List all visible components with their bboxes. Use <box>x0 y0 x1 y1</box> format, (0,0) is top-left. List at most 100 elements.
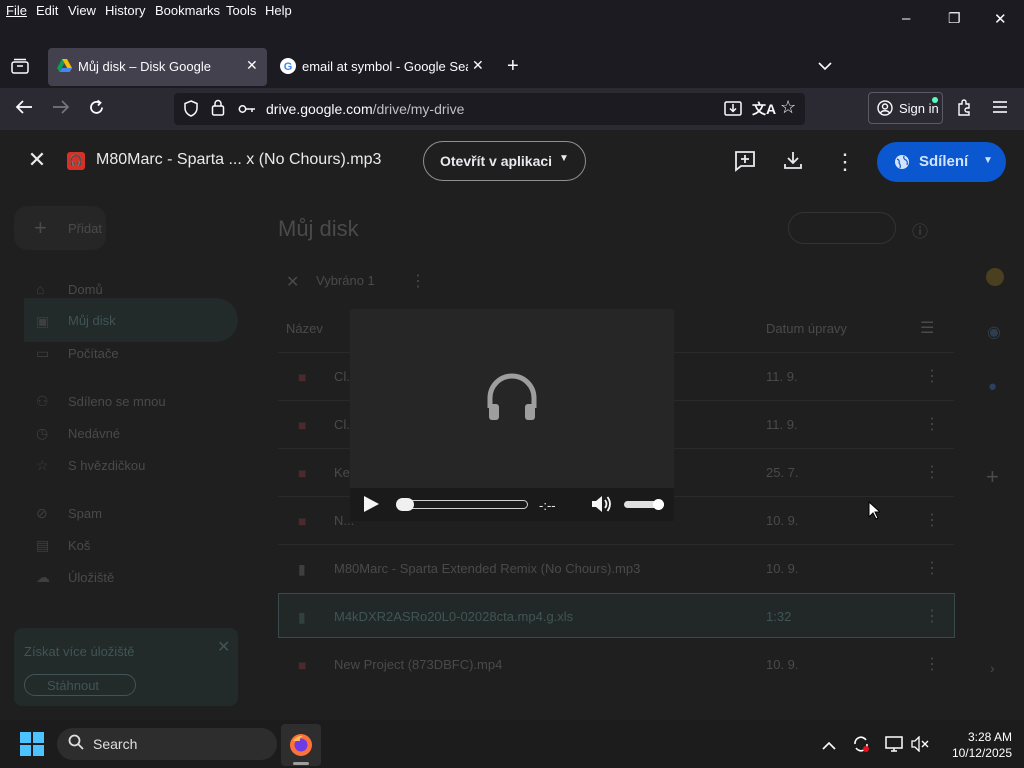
expand-panel-icon: › <box>990 660 995 676</box>
close-tab-icon[interactable]: ✕ <box>472 57 484 74</box>
lock-icon[interactable] <box>211 99 225 121</box>
menu-view[interactable]: View <box>68 3 96 18</box>
file-row-date: 11. 9. <box>766 369 798 384</box>
file-row-name: M80Marc - Sparta Extended Remix (No Chou… <box>334 561 641 576</box>
open-in-app-button[interactable]: Otevřít v aplikaci ▼ <box>423 141 586 181</box>
nav-item-home: Domů <box>68 282 103 297</box>
sign-in-button[interactable]: Sign in <box>868 92 943 124</box>
active-app-indicator <box>293 762 309 765</box>
video-file-icon: ■ <box>298 369 307 385</box>
close-promo-icon: ✕ <box>217 639 231 656</box>
bookmark-star-icon[interactable]: ☆ <box>780 97 796 118</box>
storage-promo: Získat více úložiště ✕ Stáhnout <box>14 628 238 706</box>
minimize-button[interactable]: – <box>902 10 910 27</box>
file-row-date: 25. 7. <box>766 465 799 480</box>
nav-item-storage: Úložiště <box>68 570 115 585</box>
firefox-taskbar-button[interactable] <box>281 724 321 766</box>
volume-icon[interactable] <box>591 494 613 519</box>
keep-icon <box>986 268 1004 286</box>
shield-icon[interactable] <box>183 100 199 122</box>
translate-icon[interactable]: 文A <box>752 99 776 119</box>
chevron-down-icon[interactable]: ▼ <box>983 155 993 166</box>
reload-icon[interactable] <box>88 99 105 121</box>
nav-item-computers: Počítače <box>68 346 119 361</box>
list-all-tabs-icon[interactable] <box>818 58 832 76</box>
spam-icon: ⊘ <box>36 505 48 521</box>
people-icon: ⚇ <box>36 393 49 409</box>
clock-date: 10/12/2025 <box>951 746 1012 760</box>
system-clock[interactable]: 3:28 AM 10/12/2025 <box>936 729 1012 761</box>
more-options-icon[interactable]: ⋮ <box>834 149 856 175</box>
info-icon: ⓘ <box>912 224 929 241</box>
menu-edit[interactable]: Edit <box>36 3 58 18</box>
clock-icon: ◷ <box>36 425 49 441</box>
seek-bar[interactable] <box>398 500 528 509</box>
show-hidden-icons-icon[interactable] <box>822 738 836 756</box>
restore-button[interactable]: ❐ <box>948 10 961 27</box>
row-more-icon: ⋮ <box>924 512 940 529</box>
file-row-date: 10. 9. <box>766 513 799 528</box>
new-button-label: Přidat <box>68 221 102 236</box>
hamburger-menu-icon[interactable] <box>992 100 1008 119</box>
storage-button-label: Stáhnout <box>47 678 100 693</box>
taskbar-search[interactable]: Search <box>57 728 277 760</box>
network-icon[interactable] <box>885 735 903 758</box>
storage-button: Stáhnout <box>24 674 136 696</box>
tab-google-search[interactable]: G email at symbol - Google Search ✕ <box>270 48 490 86</box>
row-more-icon: ⋮ <box>924 416 940 433</box>
windows-start-icon[interactable] <box>20 732 44 761</box>
google-drive-icon <box>57 59 72 75</box>
menu-history[interactable]: History <box>105 3 145 18</box>
contacts-icon: ● <box>988 378 998 395</box>
file-row-name: New Project (873DBFC).mp4 <box>334 657 503 672</box>
svg-text:G: G <box>284 61 293 73</box>
download-icon[interactable] <box>783 150 803 175</box>
new-tab-button[interactable]: + <box>507 55 519 78</box>
tab-overview-icon[interactable] <box>11 58 29 79</box>
storage-promo-text: Získat více úložiště <box>24 644 135 659</box>
extensions-icon[interactable] <box>956 99 973 121</box>
plus-icon: + <box>34 215 47 240</box>
video-file-icon: ■ <box>298 657 307 673</box>
video-file-icon: ■ <box>298 513 307 529</box>
nav-item-my-drive: Můj disk <box>68 313 116 328</box>
row-more-icon: ⋮ <box>924 560 940 577</box>
seek-handle[interactable] <box>396 498 414 511</box>
view-toggle <box>788 212 896 244</box>
key-permissions-icon[interactable] <box>238 102 256 120</box>
file-row-name: M4kDXR2ASRo20L0-02028cta.mp4.g.xls <box>334 609 574 624</box>
volume-handle[interactable] <box>653 499 664 510</box>
close-viewer-icon[interactable]: ✕ <box>24 147 50 173</box>
forward-arrow-icon[interactable] <box>52 99 70 120</box>
file-row-date: 1:32 <box>766 609 792 624</box>
menu-file[interactable]: File <box>6 3 27 18</box>
my-drive-icon: ▣ <box>36 313 50 329</box>
chevron-down-icon: ▼ <box>559 153 569 164</box>
file-icon: ▮ <box>298 609 306 625</box>
back-arrow-icon[interactable] <box>15 99 33 120</box>
play-button[interactable] <box>362 495 380 513</box>
url-text[interactable]: drive.google.com/drive/my-drive <box>266 101 464 117</box>
menu-tools[interactable]: Tools <box>226 3 256 18</box>
star-icon: ☆ <box>36 457 49 473</box>
tasks-icon: ◉ <box>987 324 1001 341</box>
tab-drive[interactable]: Můj disk – Disk Google ✕ <box>48 48 267 86</box>
sync-icon[interactable] <box>852 735 870 758</box>
menu-help[interactable]: Help <box>265 3 292 18</box>
file-row-date: 10. 9. <box>766 657 799 672</box>
add-comment-icon[interactable] <box>734 150 756 177</box>
share-button[interactable]: Sdílení ▼ <box>877 142 1006 182</box>
selection-count: Vybráno 1 <box>316 273 375 288</box>
search-label: Search <box>93 736 138 752</box>
download-page-icon[interactable] <box>724 99 742 122</box>
menu-bar: File Edit View History Bookmarks Tools H… <box>0 0 1024 22</box>
nav-selected-highlight <box>24 298 238 342</box>
menu-bookmarks[interactable]: Bookmarks <box>155 3 220 18</box>
computer-icon: ▭ <box>36 345 50 361</box>
url-path: /drive/my-drive <box>372 101 465 117</box>
close-tab-icon[interactable]: ✕ <box>246 57 258 74</box>
close-window-button[interactable]: ✕ <box>994 10 1007 28</box>
volume-muted-icon[interactable] <box>911 735 929 757</box>
google-icon: G <box>280 58 296 77</box>
mouse-cursor-icon <box>868 500 882 525</box>
